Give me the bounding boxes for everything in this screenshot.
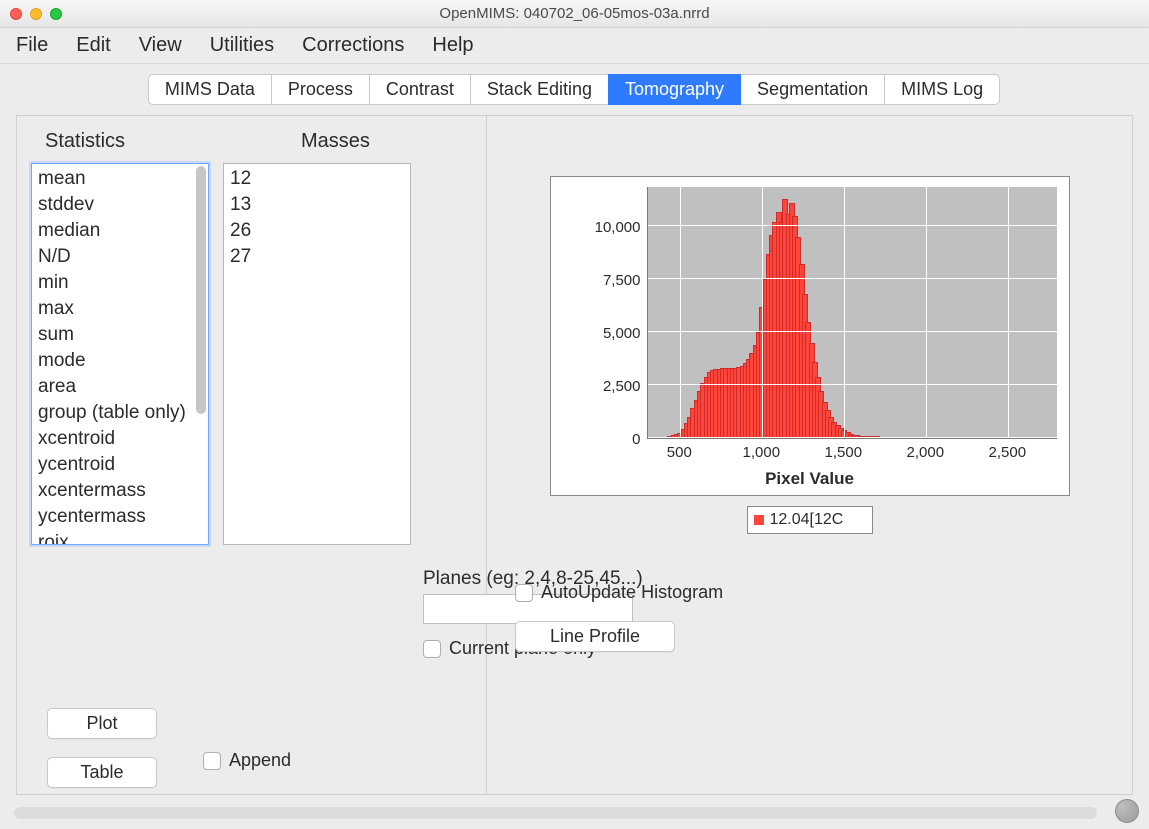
tab-tomography[interactable]: Tomography xyxy=(608,74,741,105)
tab-contrast[interactable]: Contrast xyxy=(369,74,471,105)
y-tick-label: 5,000 xyxy=(561,325,641,342)
tab-stack-editing[interactable]: Stack Editing xyxy=(470,74,609,105)
list-item[interactable]: min xyxy=(36,270,204,296)
masses-header: Masses xyxy=(247,124,370,163)
menu-help[interactable]: Help xyxy=(432,34,473,57)
horizontal-scrollbar[interactable] xyxy=(14,807,1097,819)
y-tick-label: 0 xyxy=(561,431,641,448)
list-item[interactable]: median xyxy=(36,218,204,244)
append-label: Append xyxy=(229,750,291,771)
tabbar: MIMS DataProcessContrastStack EditingTom… xyxy=(0,64,1149,111)
plot-button[interactable]: Plot xyxy=(47,708,157,739)
right-column: Pixel Value 0 2,500 5,000 7,500 10,000 500 1,0… xyxy=(487,116,1132,794)
statistics-listbox[interactable]: meanstddevmedianN/Dminmaxsummodeareagrou… xyxy=(31,163,209,545)
titlebar: OpenMIMS: 040702_06-05mos-03a.nrrd xyxy=(0,0,1149,28)
tab-mims-data[interactable]: MIMS Data xyxy=(148,74,272,105)
table-button[interactable]: Table xyxy=(47,757,157,788)
autoupdate-checkbox[interactable]: AutoUpdate Histogram xyxy=(515,582,1114,603)
x-tick-label: 2,500 xyxy=(989,444,1027,461)
list-item[interactable]: stddev xyxy=(36,192,204,218)
menu-corrections[interactable]: Corrections xyxy=(302,34,404,57)
list-item[interactable]: area xyxy=(36,374,204,400)
chart-legend: 12.04[12C xyxy=(747,506,873,534)
checkbox-icon xyxy=(423,640,441,658)
histogram-chart: Pixel Value 0 2,500 5,000 7,500 10,000 500 1,0… xyxy=(550,176,1070,496)
menu-utilities[interactable]: Utilities xyxy=(210,34,274,57)
window-title: OpenMIMS: 040702_06-05mos-03a.nrrd xyxy=(0,5,1149,22)
list-item[interactable]: 13 xyxy=(228,192,406,218)
legend-swatch-icon xyxy=(754,515,764,525)
list-item[interactable]: max xyxy=(36,296,204,322)
x-tick-label: 1,500 xyxy=(825,444,863,461)
left-column: Statistics Masses meanstddevmedianN/Dmin… xyxy=(17,116,487,794)
list-item[interactable]: ycentroid xyxy=(36,452,204,478)
list-item[interactable]: ycentermass xyxy=(36,504,204,530)
legend-label: 12.04[12C xyxy=(770,511,844,529)
menu-file[interactable]: File xyxy=(16,34,48,57)
tab-mims-log[interactable]: MIMS Log xyxy=(884,74,1000,105)
list-item[interactable]: xcentroid xyxy=(36,426,204,452)
checkbox-icon xyxy=(203,752,221,770)
y-tick-label: 2,500 xyxy=(561,378,641,395)
plot-area xyxy=(647,187,1057,439)
tab-segmentation[interactable]: Segmentation xyxy=(740,74,885,105)
list-item[interactable]: 12 xyxy=(228,166,406,192)
list-item[interactable]: 27 xyxy=(228,244,406,270)
y-tick-label: 10,000 xyxy=(561,219,641,236)
menu-edit[interactable]: Edit xyxy=(76,34,110,57)
autoupdate-label: AutoUpdate Histogram xyxy=(541,582,723,603)
list-item[interactable]: xcentermass xyxy=(36,478,204,504)
x-tick-label: 1,000 xyxy=(743,444,781,461)
masses-listbox[interactable]: 12132627 xyxy=(223,163,411,545)
list-item[interactable]: 26 xyxy=(228,218,406,244)
main-panel: Statistics Masses meanstddevmedianN/Dmin… xyxy=(16,115,1133,795)
list-item[interactable]: mode xyxy=(36,348,204,374)
list-item[interactable]: roix xyxy=(36,530,204,545)
list-item[interactable]: group (table only) xyxy=(36,400,204,426)
tab-process[interactable]: Process xyxy=(271,74,370,105)
line-profile-button[interactable]: Line Profile xyxy=(515,621,675,652)
scrollbar-thumb[interactable] xyxy=(196,166,206,414)
menu-view[interactable]: View xyxy=(139,34,182,57)
y-tick-label: 7,500 xyxy=(561,272,641,289)
list-item[interactable]: mean xyxy=(36,166,204,192)
x-tick-label: 2,000 xyxy=(907,444,945,461)
list-item[interactable]: sum xyxy=(36,322,204,348)
append-checkbox[interactable]: Append xyxy=(203,750,291,771)
menubar: File Edit View Utilities Corrections Hel… xyxy=(0,28,1149,64)
x-axis-label: Pixel Value xyxy=(551,469,1069,489)
status-indicator-icon xyxy=(1115,799,1139,823)
statistics-header: Statistics xyxy=(31,124,247,163)
x-tick-label: 500 xyxy=(667,444,692,461)
list-item[interactable]: N/D xyxy=(36,244,204,270)
checkbox-icon xyxy=(515,584,533,602)
